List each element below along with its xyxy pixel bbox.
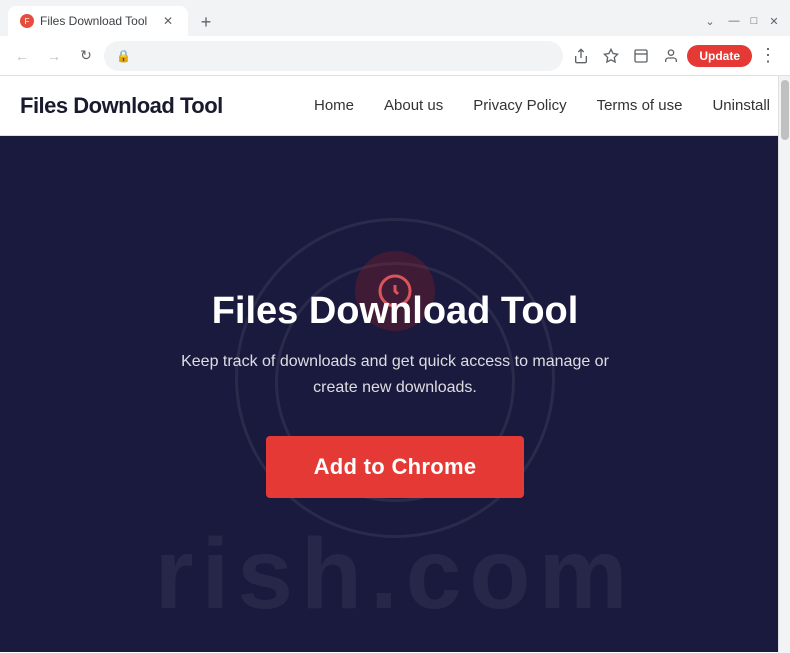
scrollbar-track[interactable] bbox=[778, 76, 790, 653]
tabs-area: F Files Download Tool ✕ + bbox=[8, 6, 702, 36]
back-button[interactable]: ← bbox=[8, 42, 36, 70]
nav-links: Home About us Privacy Policy Terms of us… bbox=[314, 97, 770, 114]
site-nav: Files Download Tool Home About us Privac… bbox=[0, 76, 790, 136]
address-bar: ← → ↻ 🔒 bbox=[0, 36, 790, 76]
chevron-down-icon[interactable]: ⌄ bbox=[702, 13, 718, 29]
tab-switcher-icon[interactable] bbox=[627, 42, 655, 70]
update-button[interactable]: Update bbox=[687, 45, 752, 67]
title-bar: F Files Download Tool ✕ + ⌄ — □ ✕ bbox=[0, 0, 790, 36]
nav-terms[interactable]: Terms of use bbox=[597, 97, 683, 114]
tab-close-button[interactable]: ✕ bbox=[160, 13, 176, 29]
tab-title: Files Download Tool bbox=[40, 14, 154, 28]
tab-favicon: F bbox=[20, 14, 34, 28]
lock-icon: 🔒 bbox=[116, 49, 131, 63]
reload-button[interactable]: ↻ bbox=[72, 42, 100, 70]
nav-uninstall[interactable]: Uninstall bbox=[712, 97, 770, 114]
browser-menu-button[interactable]: ⋮ bbox=[754, 42, 782, 70]
address-input-wrap[interactable]: 🔒 bbox=[104, 41, 563, 71]
profile-icon[interactable] bbox=[657, 42, 685, 70]
site-logo: Files Download Tool bbox=[20, 93, 223, 119]
nav-home[interactable]: Home bbox=[314, 97, 354, 114]
nav-about[interactable]: About us bbox=[384, 97, 443, 114]
active-tab[interactable]: F Files Download Tool ✕ bbox=[8, 6, 188, 36]
share-icon[interactable] bbox=[567, 42, 595, 70]
hero-subtitle: Keep track of downloads and get quick ac… bbox=[165, 349, 625, 400]
nav-privacy[interactable]: Privacy Policy bbox=[473, 97, 566, 114]
hero-title: Files Download Tool bbox=[212, 290, 579, 333]
maximize-button[interactable]: □ bbox=[746, 13, 762, 29]
close-button[interactable]: ✕ bbox=[766, 13, 782, 29]
add-to-chrome-button[interactable]: Add to Chrome bbox=[266, 436, 525, 498]
browser-chrome: F Files Download Tool ✕ + ⌄ — □ ✕ ← → ↻ … bbox=[0, 0, 790, 76]
scrollbar-thumb[interactable] bbox=[781, 80, 789, 140]
bookmark-icon[interactable] bbox=[597, 42, 625, 70]
address-actions: Update ⋮ bbox=[567, 42, 782, 70]
minimize-button[interactable]: — bbox=[726, 13, 742, 29]
forward-button[interactable]: → bbox=[40, 42, 68, 70]
webpage: Files Download Tool Home About us Privac… bbox=[0, 76, 790, 653]
window-controls: ⌄ — □ ✕ bbox=[702, 13, 782, 29]
hero-section: Files Download Tool Keep track of downlo… bbox=[0, 136, 790, 652]
hero-watermark: rish.com bbox=[155, 517, 636, 632]
new-tab-button[interactable]: + bbox=[192, 8, 220, 36]
